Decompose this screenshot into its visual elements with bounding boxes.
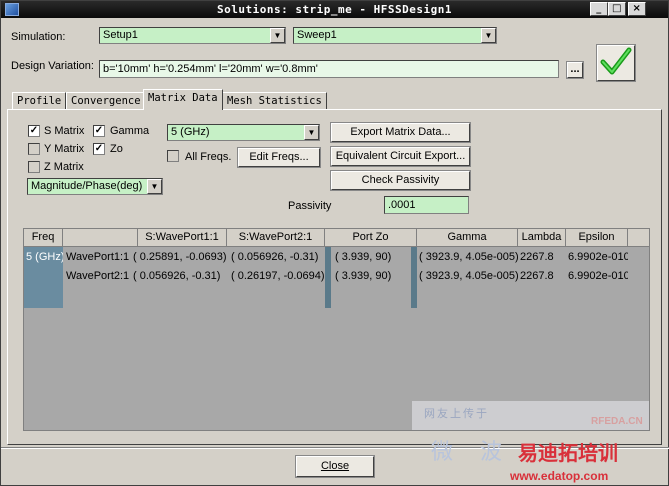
frequency-value: 5 (GHz) bbox=[171, 126, 210, 138]
y-matrix-checkbox[interactable] bbox=[28, 143, 40, 155]
s-matrix-label: S Matrix bbox=[44, 125, 85, 137]
zo-checkbox[interactable]: ✓ bbox=[93, 143, 105, 155]
table-row-s2[interactable]: ( 0.26197, -0.0694) bbox=[229, 267, 325, 286]
apply-button[interactable] bbox=[596, 44, 636, 82]
watermark-cn-left: 微 波 bbox=[431, 440, 512, 465]
matrix-data-grid[interactable]: Freq S:WavePort1:1 S:WavePort2:1 Port Zo… bbox=[23, 228, 650, 431]
table-row-s1[interactable]: ( 0.25891, -0.0693) bbox=[131, 248, 229, 267]
tab-profile[interactable]: Profile bbox=[12, 92, 67, 109]
z-matrix-label: Z Matrix bbox=[44, 161, 84, 173]
header-freq[interactable]: Freq bbox=[24, 229, 63, 247]
maximize-button[interactable]: □ bbox=[608, 2, 626, 16]
table-row-s1[interactable]: ( 0.056926, -0.31) bbox=[131, 267, 229, 286]
window-title: Solutions: strip_me - HFSSDesign1 bbox=[216, 3, 453, 16]
edit-freqs-button[interactable]: Edit Freqs... bbox=[237, 147, 321, 168]
all-freqs-label: All Freqs. bbox=[185, 151, 232, 163]
table-row-gamma[interactable]: ( 3923.9, 4.05e-005) bbox=[417, 267, 518, 286]
table-row-lambda[interactable]: 2267.8 bbox=[518, 248, 566, 267]
close-window-button[interactable]: × bbox=[628, 2, 646, 16]
header-lambda[interactable]: Lambda bbox=[518, 229, 566, 247]
setup-value: Setup1 bbox=[103, 29, 138, 41]
watermark-cn-right: 易迪拓培训 bbox=[518, 443, 618, 465]
table-row-zo[interactable]: ( 3.939, 90) bbox=[333, 248, 411, 267]
table-row-epsilon[interactable]: 6.9902e-010 bbox=[566, 248, 628, 267]
sweep-value: Sweep1 bbox=[297, 29, 337, 41]
chevron-down-icon[interactable]: ▼ bbox=[147, 179, 162, 194]
header-filler bbox=[628, 229, 649, 247]
gamma-checkbox[interactable]: ✓ bbox=[93, 125, 105, 137]
check-passivity-button[interactable]: Check Passivity bbox=[330, 170, 471, 191]
table-row-port[interactable]: WavePort1:1 bbox=[64, 248, 138, 267]
table-row-zo[interactable]: ( 3.939, 90) bbox=[333, 267, 411, 286]
header-epsilon[interactable]: Epsilon bbox=[566, 229, 628, 247]
browse-button[interactable]: ... bbox=[566, 61, 584, 79]
table-row-freq[interactable]: 5 (GHz) bbox=[24, 248, 63, 267]
watermark-url: www.edatop.com bbox=[510, 469, 609, 483]
display-mode-select[interactable]: Magnitude/Phase(deg) ▼ bbox=[27, 178, 163, 195]
table-row-s2[interactable]: ( 0.056926, -0.31) bbox=[229, 248, 325, 267]
zo-label: Zo bbox=[110, 143, 123, 155]
table-row-port[interactable]: WavePort2:1 bbox=[64, 267, 138, 286]
column-separator bbox=[325, 247, 331, 308]
solutions-dialog: Solutions: strip_me - HFSSDesign1 _ □ × … bbox=[0, 0, 669, 486]
header-port-zo[interactable]: Port Zo bbox=[325, 229, 417, 247]
table-row-freq[interactable] bbox=[24, 267, 63, 286]
header-port[interactable] bbox=[63, 229, 138, 247]
watermark-line1: 网友上传于 bbox=[424, 408, 489, 420]
sweep-select[interactable]: Sweep1 ▼ bbox=[293, 27, 497, 44]
header-s-waveport2[interactable]: S:WavePort2:1 bbox=[227, 229, 325, 247]
chevron-down-icon[interactable]: ▼ bbox=[270, 28, 285, 43]
header-s-waveport1[interactable]: S:WavePort1:1 bbox=[138, 229, 227, 247]
passivity-label: Passivity bbox=[288, 200, 332, 212]
tab-mesh-statistics[interactable]: Mesh Statistics bbox=[222, 92, 327, 109]
chevron-down-icon[interactable]: ▼ bbox=[481, 28, 496, 43]
watermark-brand: RFEDA.CN bbox=[591, 416, 643, 427]
export-matrix-data-button[interactable]: Export Matrix Data... bbox=[330, 122, 471, 143]
title-bar: Solutions: strip_me - HFSSDesign1 _ □ × bbox=[1, 1, 668, 18]
y-matrix-label: Y Matrix bbox=[44, 143, 85, 155]
tab-matrix-data[interactable]: Matrix Data bbox=[143, 89, 223, 110]
frequency-select[interactable]: 5 (GHz) ▼ bbox=[167, 124, 320, 141]
tab-convergence[interactable]: Convergence bbox=[66, 92, 146, 109]
simulation-label: Simulation: bbox=[11, 31, 66, 43]
table-row-gamma[interactable]: ( 3923.9, 4.05e-005) bbox=[417, 248, 518, 267]
equivalent-circuit-export-button[interactable]: Equivalent Circuit Export... bbox=[330, 146, 471, 167]
design-variation-field[interactable]: b='10mm' h='0.254mm' l='20mm' w='0.8mm' bbox=[99, 60, 559, 78]
gamma-label: Gamma bbox=[110, 125, 150, 137]
z-matrix-checkbox[interactable] bbox=[28, 161, 40, 173]
chevron-down-icon[interactable]: ▼ bbox=[304, 125, 319, 140]
all-freqs-checkbox[interactable] bbox=[167, 150, 179, 162]
setup-select[interactable]: Setup1 ▼ bbox=[99, 27, 286, 44]
table-row-epsilon[interactable]: 6.9902e-010 bbox=[566, 267, 628, 286]
table-row-lambda[interactable]: 2267.8 bbox=[518, 267, 566, 286]
header-gamma[interactable]: Gamma bbox=[417, 229, 518, 247]
app-icon bbox=[5, 3, 19, 16]
close-button[interactable]: Close bbox=[295, 455, 375, 478]
checkmark-icon bbox=[600, 47, 632, 75]
design-variation-label: Design Variation: bbox=[11, 60, 94, 72]
s-matrix-checkbox[interactable]: ✓ bbox=[28, 125, 40, 137]
passivity-input[interactable]: .0001 bbox=[384, 196, 469, 214]
minimize-button[interactable]: _ bbox=[590, 2, 608, 16]
display-mode-value: Magnitude/Phase(deg) bbox=[31, 180, 143, 192]
